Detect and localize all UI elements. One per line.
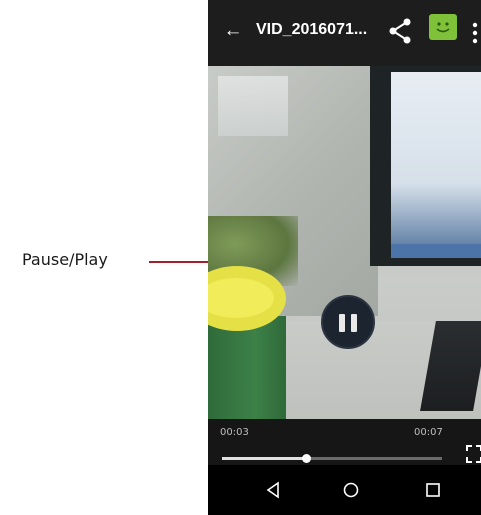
seek-bar-thumb[interactable] — [301, 454, 311, 463]
pause-icon-right-bar — [351, 314, 357, 332]
nav-home-icon[interactable] — [336, 477, 366, 503]
total-time: 00:07 — [414, 427, 443, 438]
message-icon[interactable] — [429, 14, 457, 40]
nav-recents-icon[interactable] — [418, 477, 448, 503]
pause-play-callout-label: Pause/Play — [22, 250, 108, 269]
share-icon[interactable] — [389, 18, 411, 44]
video-title: VID_2016071... — [256, 21, 368, 38]
message-smiley-icon — [436, 22, 450, 40]
video-monitor-screen — [391, 72, 481, 258]
current-time: 00:03 — [220, 427, 249, 438]
system-navigation-bar — [208, 465, 481, 515]
phone-screen: ← VID_2016071... 00:03 00:07 — [208, 0, 481, 515]
overflow-menu-icon[interactable] — [472, 22, 478, 44]
pause-icon-left-bar — [339, 314, 345, 332]
back-arrow-icon[interactable]: ← — [222, 17, 244, 45]
seek-bar-progress — [222, 457, 306, 460]
seek-bar[interactable] — [222, 454, 442, 463]
video-screen-taskbar — [391, 244, 481, 258]
pause-play-button[interactable] — [321, 295, 375, 349]
fullscreen-icon[interactable] — [466, 445, 481, 463]
video-window — [218, 76, 288, 136]
action-bar: ← VID_2016071... — [208, 0, 481, 66]
nav-back-icon[interactable] — [258, 477, 288, 503]
video-cup — [208, 316, 286, 419]
playback-controls: 00:03 00:07 — [208, 419, 481, 465]
video-frame[interactable] — [208, 66, 481, 419]
